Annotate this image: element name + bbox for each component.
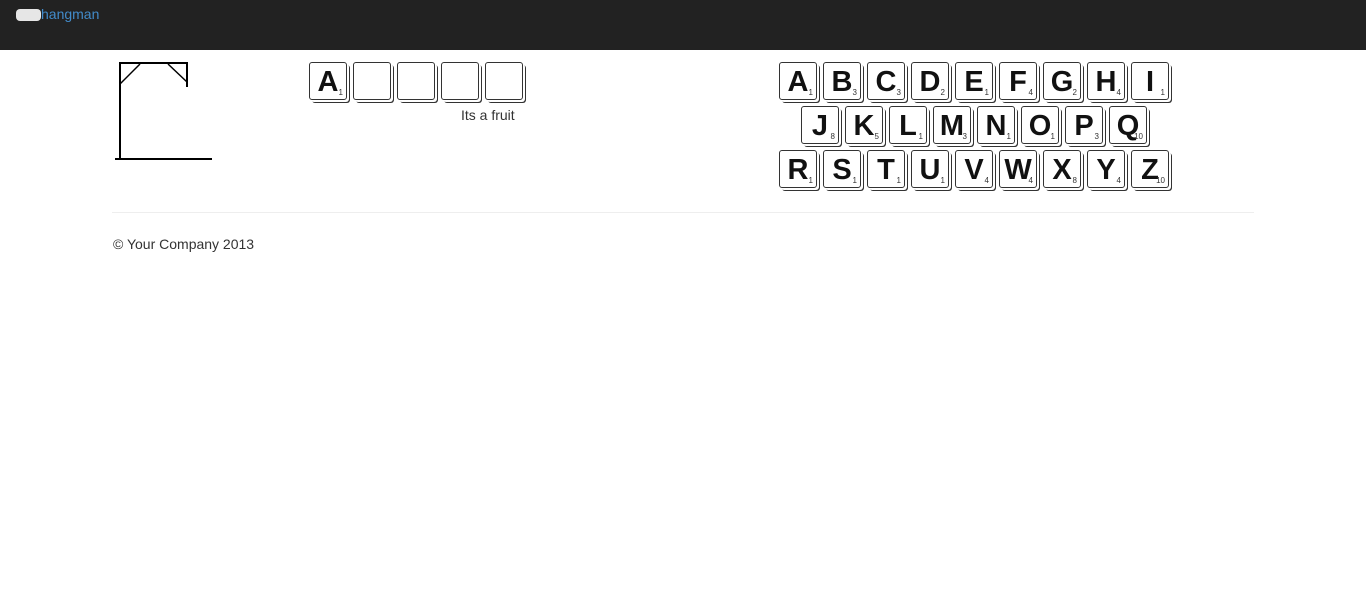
key-d[interactable]: D2 — [911, 62, 949, 100]
key-y[interactable]: Y4 — [1087, 150, 1125, 188]
word-slot — [397, 62, 435, 100]
tile-score: 4 — [1028, 88, 1033, 97]
key-e[interactable]: E1 — [955, 62, 993, 100]
tile-score: 5 — [874, 132, 879, 141]
key-j[interactable]: J8 — [801, 106, 839, 144]
tile-score: 1 — [808, 88, 813, 97]
key-a[interactable]: A1 — [779, 62, 817, 100]
key-p[interactable]: P3 — [1065, 106, 1103, 144]
tile-score: 1 — [940, 176, 945, 185]
word-slot — [485, 62, 523, 100]
key-v[interactable]: V4 — [955, 150, 993, 188]
key-k[interactable]: K5 — [845, 106, 883, 144]
key-z[interactable]: Z 10 — [1131, 150, 1169, 188]
tile-score: 1 — [338, 88, 343, 97]
tile-score: 1 — [984, 88, 989, 97]
key-f[interactable]: F4 — [999, 62, 1037, 100]
tile-score: 3 — [896, 88, 901, 97]
tile-score: 1 — [1160, 88, 1165, 97]
key-x[interactable]: X8 — [1043, 150, 1081, 188]
key-r[interactable]: R1 — [779, 150, 817, 188]
tile-score: 4 — [1116, 88, 1121, 97]
tile-score: 8 — [1072, 176, 1077, 185]
tile-score: 4 — [984, 176, 989, 185]
key-t[interactable]: T1 — [867, 150, 905, 188]
brand-link[interactable]: hangman — [41, 6, 99, 22]
key-u[interactable]: U1 — [911, 150, 949, 188]
key-o[interactable]: O1 — [1021, 106, 1059, 144]
tile-score: 2 — [1072, 88, 1077, 97]
key-b[interactable]: B3 — [823, 62, 861, 100]
word-slot: A1 — [309, 62, 347, 100]
tile-score: 1 — [852, 176, 857, 185]
navbar: hangman — [0, 0, 1366, 50]
tile-score: 3 — [962, 132, 967, 141]
tile-score: 1 — [808, 176, 813, 185]
word-hint: Its a fruit — [461, 107, 515, 123]
tile-score: 4 — [1116, 176, 1121, 185]
word-slot — [353, 62, 391, 100]
tile-score: 10 — [1156, 176, 1165, 185]
key-l[interactable]: L1 — [889, 106, 927, 144]
key-g[interactable]: G2 — [1043, 62, 1081, 100]
key-s[interactable]: S1 — [823, 150, 861, 188]
tile-score: 4 — [1028, 176, 1033, 185]
tile-score: 1 — [1050, 132, 1055, 141]
key-i[interactable]: I1 — [1131, 62, 1169, 100]
key-m[interactable]: M3 — [933, 106, 971, 144]
tile-score: 1 — [896, 176, 901, 185]
tile-score: 1 — [918, 132, 923, 141]
key-q[interactable]: Q 10 — [1109, 106, 1147, 144]
gallows-drawing — [115, 62, 212, 160]
tile-score: 10 — [1134, 132, 1143, 141]
key-c[interactable]: C3 — [867, 62, 905, 100]
key-w[interactable]: W4 — [999, 150, 1037, 188]
tile-score: 1 — [1006, 132, 1011, 141]
word-slot — [441, 62, 479, 100]
tile-score: 3 — [852, 88, 857, 97]
menu-toggle-icon[interactable] — [16, 9, 41, 21]
divider — [112, 212, 1254, 213]
tile-score: 8 — [830, 132, 835, 141]
key-n[interactable]: N1 — [977, 106, 1015, 144]
tile-score: 2 — [940, 88, 945, 97]
tile-score: 3 — [1094, 132, 1099, 141]
footer-copyright: © Your Company 2013 — [113, 236, 255, 252]
key-h[interactable]: H4 — [1087, 62, 1125, 100]
